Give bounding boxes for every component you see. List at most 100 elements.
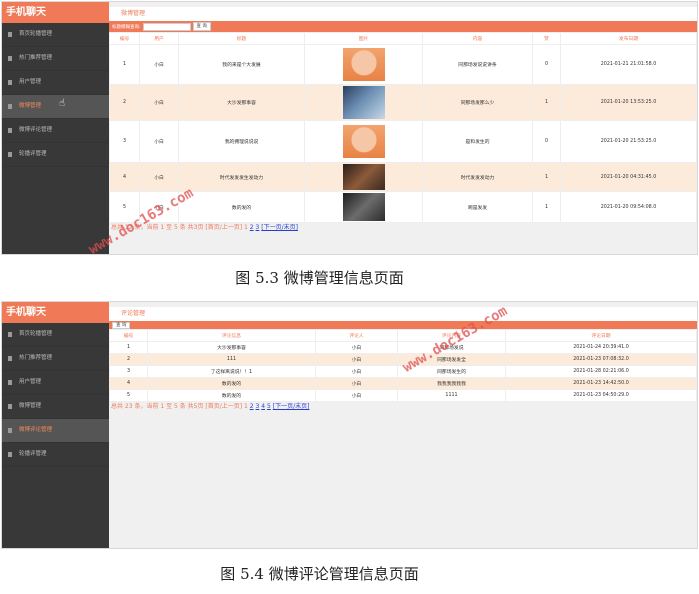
cell-date: 2021-01-20 09:54:08.0 <box>560 191 697 223</box>
search-input[interactable] <box>142 22 191 31</box>
page-link[interactable]: 4 <box>261 403 265 410</box>
column-header: 内容 <box>422 32 533 45</box>
sidebar-item-carousel[interactable]: 首页轮播管理 <box>2 323 109 347</box>
column-header: 发布日期 <box>560 32 697 45</box>
page-link[interactable]: 3 <box>256 224 260 231</box>
table-row[interactable]: 5 小白 数的发的 啊是发发 1 2021-01-20 09:54:08.0 <box>109 191 697 223</box>
cell-likes: 1 <box>532 84 561 121</box>
next-last-link[interactable]: [下一页/末页] <box>273 403 310 410</box>
page-link[interactable]: 3 <box>256 403 260 410</box>
pagination: 总共 23 条，当前 1 至 5 条 共5页 [首页/上一页] 1 2 3 4 … <box>109 402 697 412</box>
cell-id: 3 <box>109 365 148 378</box>
page-link[interactable]: 2 <box>250 403 254 410</box>
search-toolbar: 查 询 <box>109 321 697 329</box>
cell-id: 2 <box>109 84 140 121</box>
table-row[interactable]: 4 数的发的 小白 我我我我我我 2021-01-23 14:42:50.0 <box>109 377 697 390</box>
sidebar-item-carousel[interactable]: 首页轮播管理 <box>2 23 109 47</box>
sidebar-item-users[interactable]: 用户管理 <box>2 371 109 395</box>
page-link[interactable]: 5 <box>267 403 271 410</box>
sidebar-item-users[interactable]: 用户管理 <box>2 71 109 95</box>
page-link[interactable]: 2 <box>250 224 254 231</box>
weibo-image <box>342 86 385 119</box>
document-icon <box>8 128 12 133</box>
cell-date: 2021-01-28 02:21:06.0 <box>505 365 697 378</box>
cell-title: 大沙发那事容 <box>178 84 305 121</box>
search-button[interactable]: 查 询 <box>112 321 131 329</box>
sidebar-item-label: 微博评论管理 <box>19 127 53 133</box>
table-row[interactable]: 1 小白 我的来是个大发展 同那场发说说讲条 0 2021-01-21 21:0… <box>109 44 697 85</box>
column-header: 编号 <box>109 329 148 342</box>
column-header: 用户 <box>139 32 179 45</box>
sidebar-item-label: 用户管理 <box>19 379 42 385</box>
first-prev-link[interactable]: [首页/上一页] <box>205 403 242 410</box>
search-toolbar: 标题模糊查询: 查 询 <box>109 21 697 32</box>
cell-id: 1 <box>109 44 140 85</box>
column-header: 赞 <box>532 32 561 45</box>
sidebar-item-weibo[interactable]: 微博管理 <box>2 395 109 419</box>
cell-date: 2021-01-20 13:53:25.0 <box>560 84 697 121</box>
sidebar-item-label: 用户管理 <box>19 79 42 85</box>
sidebar-item-comments[interactable]: 微博评论管理 <box>2 419 109 443</box>
cell-content: 啊是发发 <box>422 191 533 223</box>
table-row[interactable]: 4 小白 时代发发发生发动力 时代发发发动力 1 2021-01-20 04:3… <box>109 162 697 192</box>
cell-user: 小白 <box>315 365 398 378</box>
cell-id: 3 <box>109 120 140 163</box>
cell-user: 小白 <box>139 120 179 163</box>
table-row[interactable]: 2 小白 大沙发那事容 同那场发那么少 1 2021-01-20 13:53:2… <box>109 84 697 121</box>
document-icon <box>8 332 12 337</box>
mouse-cursor-icon: ☝ <box>59 98 66 109</box>
search-button[interactable]: 查 询 <box>192 22 211 31</box>
table-row[interactable]: 1 大沙发那事容 小白 同那场发说 2021-01-24 20:39:41.0 <box>109 341 697 354</box>
sidebar-item-carousel-comments[interactable]: 轮播评管理 <box>2 143 109 167</box>
sidebar-item-hot[interactable]: 热门推荐管理 <box>2 47 109 71</box>
document-icon <box>8 104 12 109</box>
sidebar-item-weibo[interactable]: 微博管理 ☝ <box>2 95 109 119</box>
page-link-current[interactable]: 1 <box>244 403 248 410</box>
page-title: 评论管理 <box>109 307 697 321</box>
cell-title: 我的拥理说说说 <box>178 120 305 163</box>
document-icon <box>8 152 12 157</box>
main-content: 微博管理 标题模糊查询: 查 询 编号 用户 标题 图片 内容 赞 发布日期 1… <box>109 2 697 254</box>
page-link-current[interactable]: 1 <box>244 224 248 231</box>
cell-date: 2021-01-24 20:39:41.0 <box>505 341 697 354</box>
cell-content: 1111 <box>397 389 506 402</box>
sidebar-item-label: 首页轮播管理 <box>19 31 53 37</box>
screenshot-comment-management: 手机聊天 首页轮播管理 热门推荐管理 用户管理 微博管理 微博评论管理 轮播评管… <box>1 301 698 549</box>
table-row[interactable]: 3 小白 我的拥理说说说 是和发生的 0 2021-01-20 21:53:25… <box>109 120 697 163</box>
cell-title: 时代发发发生发动力 <box>178 162 305 192</box>
column-header: 图片 <box>304 32 423 45</box>
cell-likes: 0 <box>532 120 561 163</box>
sidebar-item-hot[interactable]: 热门推荐管理 <box>2 347 109 371</box>
cell-content: 是和发生的 <box>422 120 533 163</box>
figure-caption: 图 5.3 微博管理信息页面 <box>235 269 404 287</box>
figure-caption: 图 5.4 微博评论管理信息页面 <box>220 565 419 583</box>
weibo-image <box>342 193 385 221</box>
cell-user: 小白 <box>139 44 179 85</box>
cell-date: 2021-01-23 14:42:50.0 <box>505 377 697 390</box>
document-icon <box>8 32 12 37</box>
cell-title: 我的来是个大发展 <box>178 44 305 85</box>
table-row[interactable]: 5 数的发的 小白 1111 2021-01-23 04:50:29.0 <box>109 389 697 402</box>
cell-content: 同那场发说说讲条 <box>422 44 533 85</box>
sidebar-item-label: 首页轮播管理 <box>19 331 53 337</box>
pagination: 总共 12 条，当前 1 至 5 条 共3页 [首页/上一页] 1 2 3 [下… <box>109 223 697 233</box>
document-icon <box>8 404 12 409</box>
cell-title: 数的发的 <box>178 191 305 223</box>
cell-user: 小白 <box>315 353 398 366</box>
sidebar-item-label: 微博评论管理 <box>19 427 53 433</box>
sidebar-item-comments[interactable]: 微博评论管理 <box>2 119 109 143</box>
cell-user: 小白 <box>315 341 398 354</box>
search-label: 标题模糊查询: <box>112 24 141 30</box>
cell-id: 1 <box>109 341 148 354</box>
cell-date: 2021-01-23 04:50:29.0 <box>505 389 697 402</box>
document-icon <box>8 380 12 385</box>
sidebar-item-carousel-comments[interactable]: 轮播评管理 <box>2 443 109 467</box>
cell-id: 5 <box>109 389 148 402</box>
first-prev-link[interactable]: [首页/上一页] <box>205 224 242 231</box>
pagination-summary: 总共 23 条，当前 1 至 5 条 共5页 <box>111 403 204 410</box>
cell-content: 时代发发发动力 <box>422 162 533 192</box>
document-icon <box>8 80 12 85</box>
sidebar-item-label: 轮播评管理 <box>19 151 47 157</box>
document-icon <box>8 428 12 433</box>
next-last-link[interactable]: [下一页/末页] <box>261 224 298 231</box>
